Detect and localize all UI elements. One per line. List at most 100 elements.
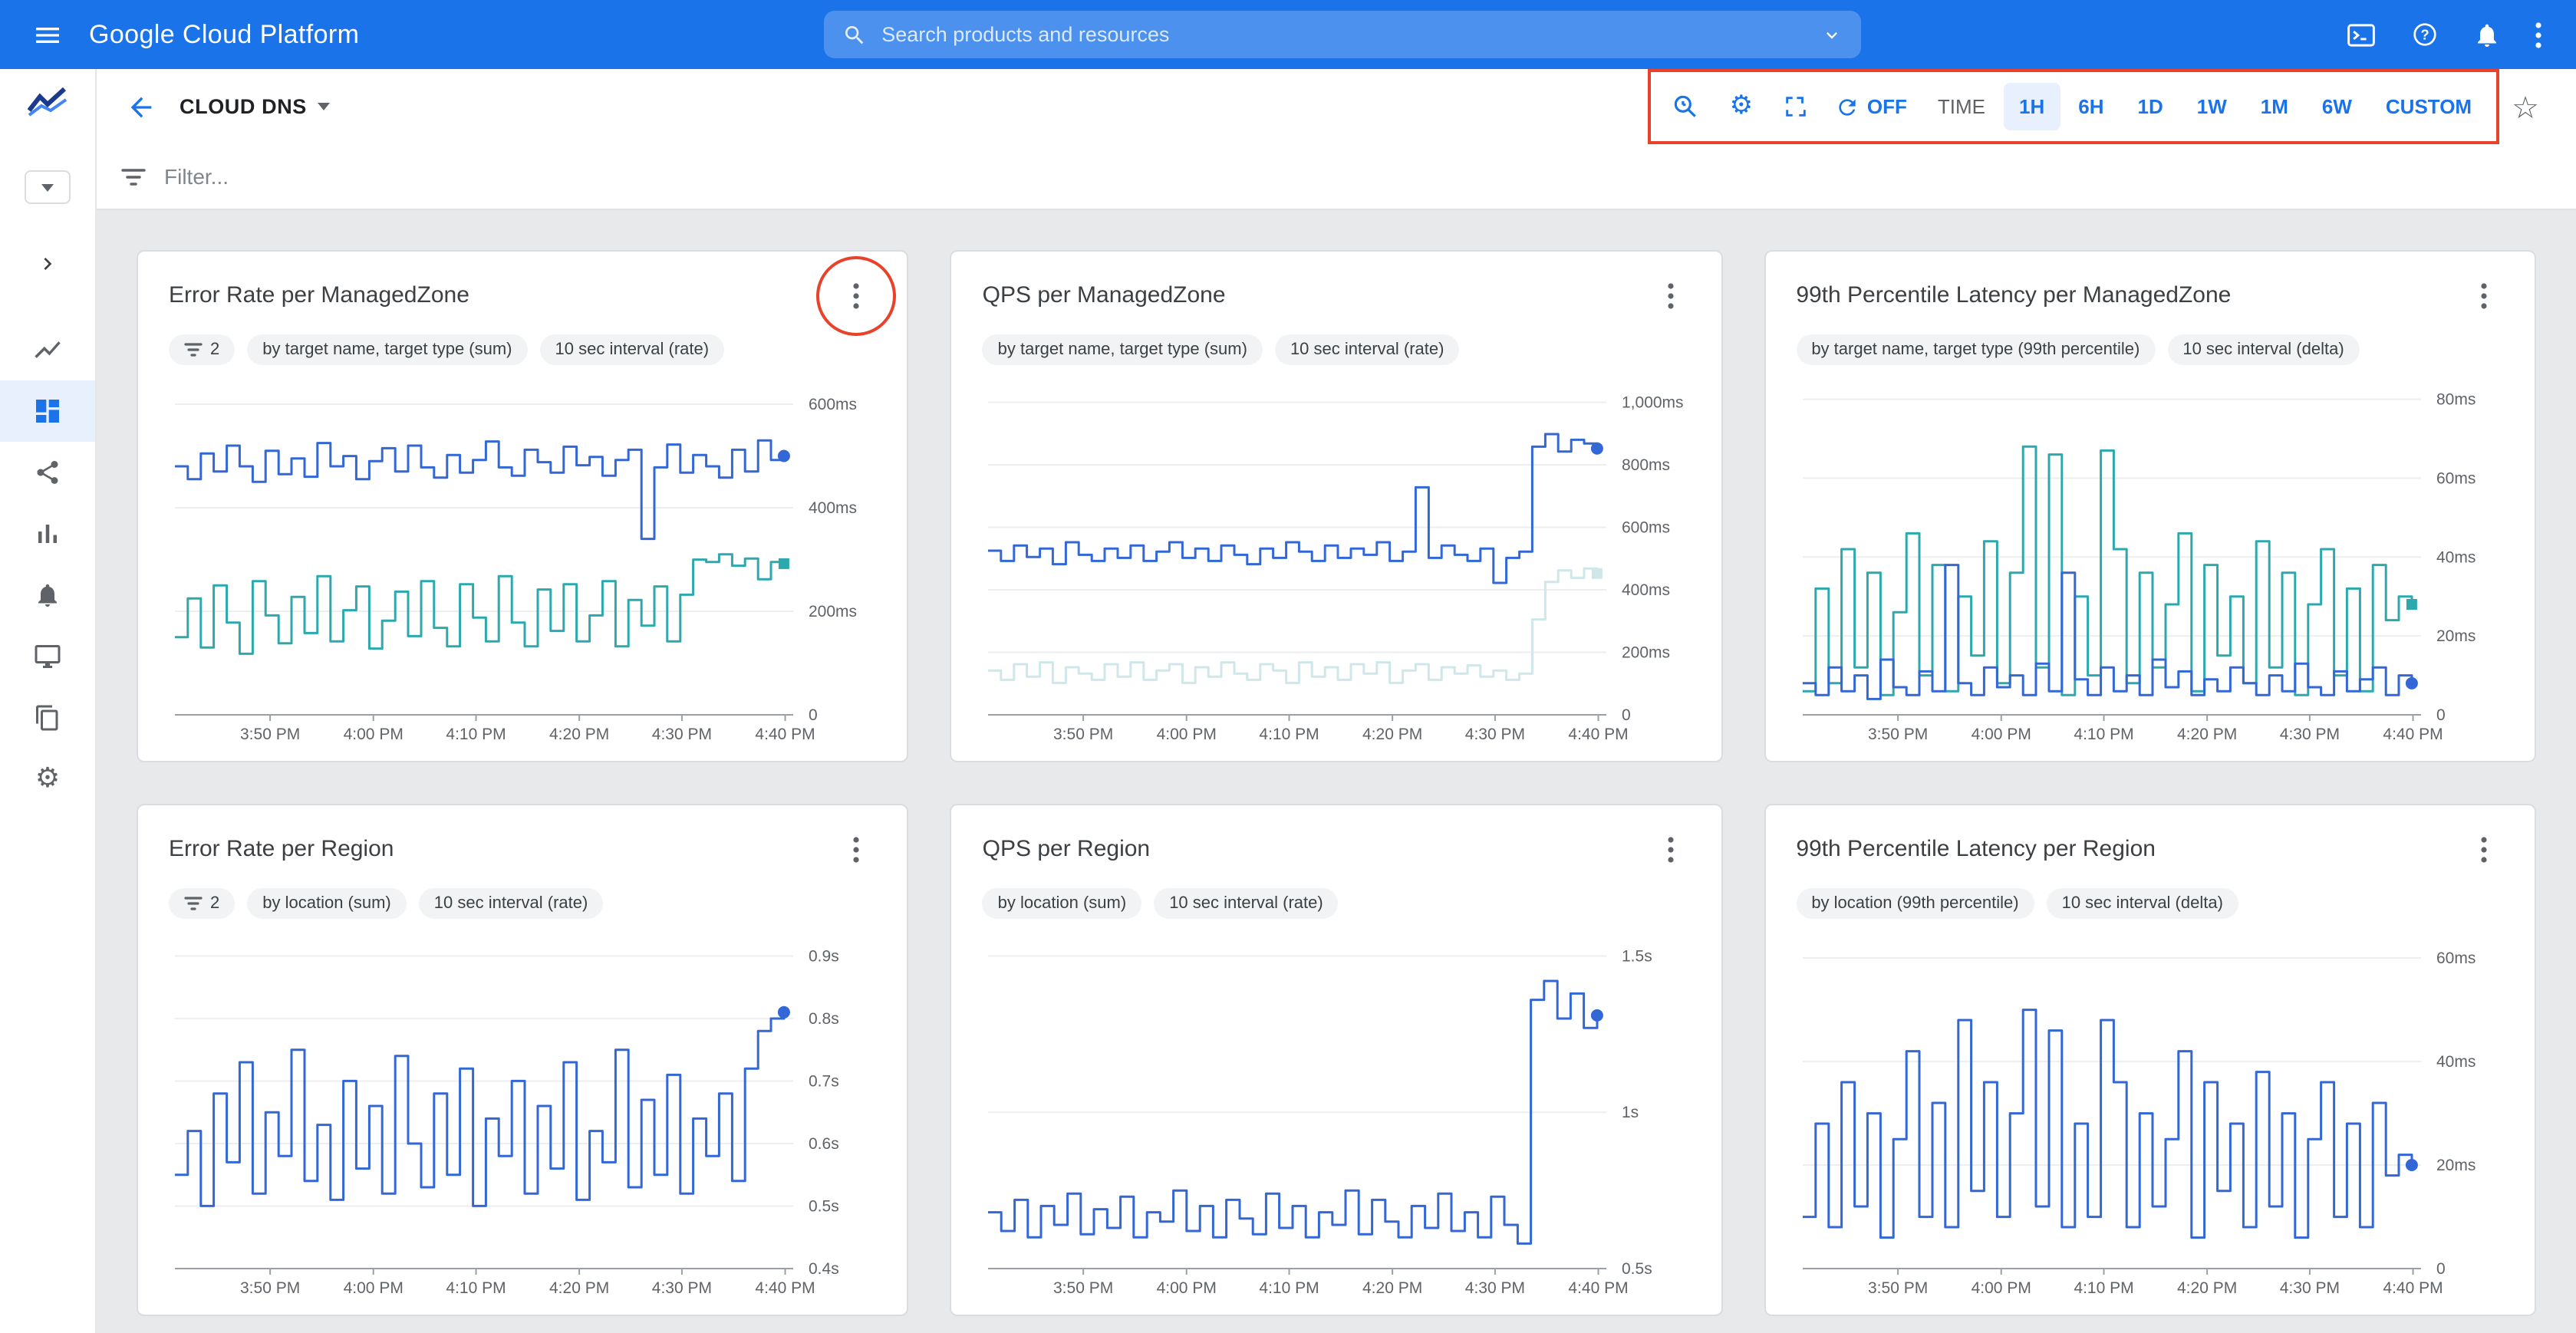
content: CLOUD DNS ⚙ — [97, 69, 2576, 1333]
chart[interactable]: 0.9s0.8s0.7s0.6s0.5s0.4s3:50 PM4:00 PM4:… — [169, 922, 877, 1305]
dashboard-grid: Error Rate per ManagedZone 2by target na… — [97, 210, 2576, 1333]
sidebar-item-settings[interactable]: ⚙ — [0, 749, 95, 810]
sidebar-expand-icon[interactable] — [35, 247, 60, 281]
sidebar-item-reports[interactable] — [0, 503, 95, 564]
menu-icon[interactable] — [21, 8, 74, 61]
svg-text:0.5s: 0.5s — [1622, 1260, 1653, 1278]
chart[interactable]: 60ms40ms20ms03:50 PM4:00 PM4:10 PM4:20 P… — [1796, 922, 2504, 1305]
svg-text:4:20 PM: 4:20 PM — [549, 1279, 609, 1297]
card-head: 99th Percentile Latency per ManagedZone — [1796, 273, 2504, 319]
card-title: 99th Percentile Latency per ManagedZone — [1796, 282, 2231, 308]
chevron-down-icon[interactable] — [1820, 24, 1842, 45]
monitoring-logo-icon — [26, 84, 69, 118]
scope-picker[interactable] — [25, 170, 71, 204]
card-menu-icon[interactable] — [2464, 827, 2504, 873]
svg-text:400ms: 400ms — [1622, 581, 1671, 599]
filter-row — [97, 144, 2576, 210]
fullscreen-icon[interactable] — [1774, 84, 1820, 130]
time-range-group: 1H6H1D1W1M6WCUSTOM — [2004, 83, 2487, 130]
svg-text:1.5s: 1.5s — [1622, 947, 1653, 965]
svg-text:60ms: 60ms — [2436, 950, 2475, 967]
card-menu-icon[interactable] — [837, 273, 877, 319]
svg-text:4:00 PM: 4:00 PM — [1971, 726, 2031, 743]
svg-text:0.5s: 0.5s — [809, 1197, 839, 1215]
filter-input[interactable] — [164, 164, 2551, 189]
chip: by location (sum) — [983, 888, 1142, 919]
search-input[interactable] — [881, 23, 1805, 46]
svg-text:4:30 PM: 4:30 PM — [652, 726, 712, 743]
dashboard-title: CLOUD DNS — [180, 95, 307, 118]
zoom-time-icon[interactable] — [1663, 84, 1709, 130]
cloud-shell-icon[interactable] — [2346, 21, 2377, 48]
svg-text:0.9s: 0.9s — [809, 947, 839, 965]
card-head: QPS per Region — [983, 827, 1691, 873]
chart[interactable]: 600ms400ms200ms03:50 PM4:00 PM4:10 PM4:2… — [169, 368, 877, 752]
chip: 10 sec interval (delta) — [2047, 888, 2238, 919]
svg-text:0.7s: 0.7s — [809, 1072, 839, 1090]
svg-text:40ms: 40ms — [2436, 548, 2475, 566]
svg-text:4:40 PM: 4:40 PM — [2383, 1279, 2443, 1297]
svg-text:4:10 PM: 4:10 PM — [1260, 726, 1319, 743]
chart[interactable]: 1.5s1s0.5s3:50 PM4:00 PM4:10 PM4:20 PM4:… — [983, 922, 1691, 1305]
sidebar-item-dashboards[interactable] — [0, 380, 95, 442]
svg-text:400ms: 400ms — [809, 499, 857, 517]
dashboard-selector[interactable]: CLOUD DNS — [180, 95, 330, 118]
time-range-1d[interactable]: 1D — [2123, 83, 2179, 130]
chip-row: by target name, target type (99th percen… — [1796, 334, 2504, 365]
time-range-1m[interactable]: 1M — [2245, 83, 2304, 130]
svg-text:4:20 PM: 4:20 PM — [1363, 1279, 1423, 1297]
sidebar-item-uptime-checks[interactable] — [0, 626, 95, 687]
help-icon[interactable]: ? — [2410, 20, 2439, 49]
svg-text:4:40 PM: 4:40 PM — [755, 726, 815, 743]
sidebar-item-pages[interactable] — [0, 687, 95, 749]
card-head: Error Rate per ManagedZone — [169, 273, 877, 319]
svg-text:4:30 PM: 4:30 PM — [1465, 726, 1525, 743]
card-menu-icon[interactable] — [837, 827, 877, 873]
svg-text:800ms: 800ms — [1622, 456, 1671, 474]
chip: 10 sec interval (rate) — [1275, 334, 1460, 365]
svg-text:60ms: 60ms — [2436, 469, 2475, 487]
svg-text:0.4s: 0.4s — [809, 1260, 839, 1278]
chip: by location (99th percentile) — [1796, 888, 2034, 919]
svg-text:4:00 PM: 4:00 PM — [344, 1279, 404, 1297]
auto-refresh-toggle[interactable]: OFF — [1829, 94, 1913, 119]
svg-text:4:20 PM: 4:20 PM — [2176, 1279, 2236, 1297]
svg-text:0: 0 — [2436, 706, 2445, 724]
star-icon[interactable]: ☆ — [2512, 91, 2539, 122]
svg-text:4:00 PM: 4:00 PM — [1971, 1279, 2031, 1297]
svg-text:3:50 PM: 3:50 PM — [1867, 1279, 1927, 1297]
filter-chip[interactable]: 2 — [169, 334, 235, 365]
sidebar-item-alerting[interactable] — [0, 564, 95, 626]
svg-text:200ms: 200ms — [809, 603, 857, 620]
card-menu-icon[interactable] — [1650, 827, 1690, 873]
search-bar[interactable] — [823, 11, 1860, 58]
chip-row: 2by target name, target type (sum)10 sec… — [169, 334, 877, 365]
chart[interactable]: 1,000ms800ms600ms400ms200ms03:50 PM4:00 … — [983, 368, 1691, 752]
svg-text:4:30 PM: 4:30 PM — [2279, 726, 2339, 743]
filter-chip[interactable]: 2 — [169, 888, 235, 919]
svg-text:0: 0 — [2436, 1260, 2445, 1278]
time-range-6h[interactable]: 6H — [2063, 83, 2119, 130]
sidebar-item-groups[interactable] — [0, 442, 95, 503]
card-menu-icon[interactable] — [2464, 273, 2504, 319]
more-icon[interactable] — [2535, 21, 2542, 48]
time-range-1w[interactable]: 1W — [2182, 83, 2242, 130]
settings-gear-icon[interactable]: ⚙ — [1718, 84, 1764, 130]
notifications-icon[interactable] — [2473, 21, 2501, 48]
svg-text:4:40 PM: 4:40 PM — [755, 1279, 815, 1297]
header-actions: ? — [2346, 20, 2542, 49]
back-icon[interactable] — [115, 81, 167, 133]
time-range-6w[interactable]: 6W — [2307, 83, 2367, 130]
app-title[interactable]: Google Cloud Platform — [89, 19, 359, 50]
filter-icon — [184, 896, 203, 911]
time-range-custom[interactable]: CUSTOM — [2370, 83, 2487, 130]
chart[interactable]: 80ms60ms40ms20ms03:50 PM4:00 PM4:10 PM4:… — [1796, 368, 2504, 752]
card-menu-icon[interactable] — [1650, 273, 1690, 319]
svg-text:4:10 PM: 4:10 PM — [1260, 1279, 1319, 1297]
time-range-1h[interactable]: 1H — [2004, 83, 2060, 130]
svg-text:4:30 PM: 4:30 PM — [2279, 1279, 2339, 1297]
refresh-state-label: OFF — [1867, 95, 1907, 118]
svg-text:3:50 PM: 3:50 PM — [240, 726, 300, 743]
sidebar-nav: ⚙ — [0, 319, 95, 810]
sidebar-item-metrics-explorer[interactable] — [0, 319, 95, 380]
